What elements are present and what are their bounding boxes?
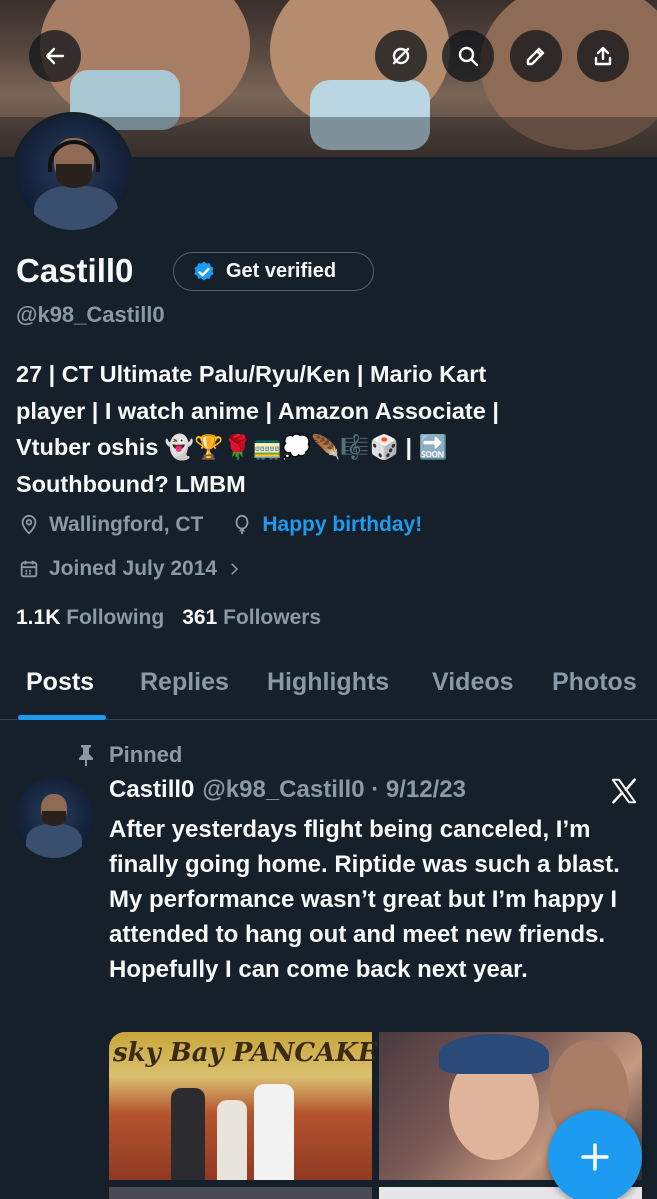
back-arrow-icon	[45, 47, 65, 65]
profile-bio: 27 | CT Ultimate Palu/Ryu/Ken | Mario Ka…	[16, 356, 636, 502]
get-verified-button[interactable]: Get verified	[173, 252, 374, 291]
tab-photos[interactable]: Photos	[552, 668, 637, 697]
active-tab-indicator	[18, 715, 106, 720]
media-person	[217, 1100, 247, 1180]
bio-line: Vtuber oshis 👻🏆🌹🚃💭🪶🎼🎲 | 🔜	[16, 434, 448, 460]
post-author-avatar[interactable]	[14, 778, 94, 858]
profile-joined-row[interactable]: Joined July 2014	[18, 557, 252, 581]
post-header: Castill0 @k98_Castill0 · 9/12/23	[109, 776, 466, 804]
chevron-right-icon	[231, 563, 239, 575]
verified-badge-icon	[194, 261, 214, 280]
profile-tabs: Posts Replies Highlights Videos Photos	[0, 660, 657, 720]
post-avatar-image	[14, 778, 94, 858]
tab-posts[interactable]: Posts	[26, 668, 94, 697]
profile-location: Wallingford, CT	[49, 513, 204, 536]
profile-meta-row: Wallingford, CT Happy birthday!	[18, 513, 422, 537]
post-media-image-3[interactable]	[109, 1187, 372, 1199]
x-logo-icon[interactable]	[609, 776, 639, 806]
profile-avatar[interactable]	[12, 112, 134, 234]
compose-post-button[interactable]	[548, 1110, 642, 1199]
bio-line: Southbound? LMBM	[16, 470, 246, 497]
media-hat	[439, 1034, 549, 1074]
avatar-body	[26, 824, 82, 858]
share-button[interactable]	[577, 30, 629, 82]
tab-highlights[interactable]: Highlights	[267, 668, 389, 697]
media-sign-text: sky Bay PANCAKE	[113, 1038, 378, 1068]
back-button[interactable]	[29, 30, 81, 82]
bio-line: 27 | CT Ultimate Palu/Ryu/Ken | Mario Ka…	[16, 361, 487, 387]
post-media-image-1[interactable]: sky Bay PANCAKE	[109, 1032, 378, 1180]
location-icon	[21, 514, 37, 535]
hide-icon	[392, 47, 410, 65]
avatar-headphones	[48, 140, 100, 172]
following-count: 1.1K	[16, 606, 61, 629]
pinned-label: Pinned	[109, 742, 183, 767]
pinned-indicator: Pinned	[76, 742, 182, 768]
follow-counts: 1.1K Following 361 Followers	[16, 606, 321, 630]
post-handle-date[interactable]: @k98_Castill0 · 9/12/23	[202, 776, 466, 804]
tab-videos[interactable]: Videos	[432, 668, 514, 697]
followers-count: 361	[182, 606, 218, 629]
hide-button[interactable]	[375, 30, 427, 82]
balloon-icon	[235, 514, 249, 535]
get-verified-label: Get verified	[226, 260, 337, 282]
avatar-body	[34, 186, 118, 230]
bio-line: player | I watch anime | Amazon Associat…	[16, 397, 499, 424]
birthday-link[interactable]: Happy birthday!	[262, 513, 422, 537]
following-label: Following	[66, 606, 165, 629]
post-text: After yesterdays flight being canceled, …	[109, 816, 620, 983]
avatar-beard	[42, 811, 66, 826]
avatar-image	[16, 116, 130, 230]
media-person	[254, 1084, 294, 1180]
calendar-icon	[20, 560, 38, 578]
search-button[interactable]	[442, 30, 494, 82]
pin-icon	[79, 745, 93, 766]
media-person	[171, 1088, 205, 1180]
profile-joined: Joined July 2014	[49, 557, 218, 580]
edit-icon	[526, 47, 545, 66]
share-icon	[594, 46, 612, 66]
edit-button[interactable]	[510, 30, 562, 82]
profile-handle: @k98_Castill0	[16, 302, 165, 327]
post-author-name[interactable]: Castill0	[109, 776, 194, 804]
search-icon	[458, 46, 479, 67]
followers-link[interactable]: 361 Followers	[182, 606, 321, 630]
profile-name: Castill0	[16, 252, 134, 289]
tab-replies[interactable]: Replies	[140, 668, 229, 697]
following-link[interactable]: 1.1K Following	[16, 606, 164, 630]
followers-label: Followers	[223, 606, 322, 629]
plus-icon	[581, 1143, 609, 1171]
